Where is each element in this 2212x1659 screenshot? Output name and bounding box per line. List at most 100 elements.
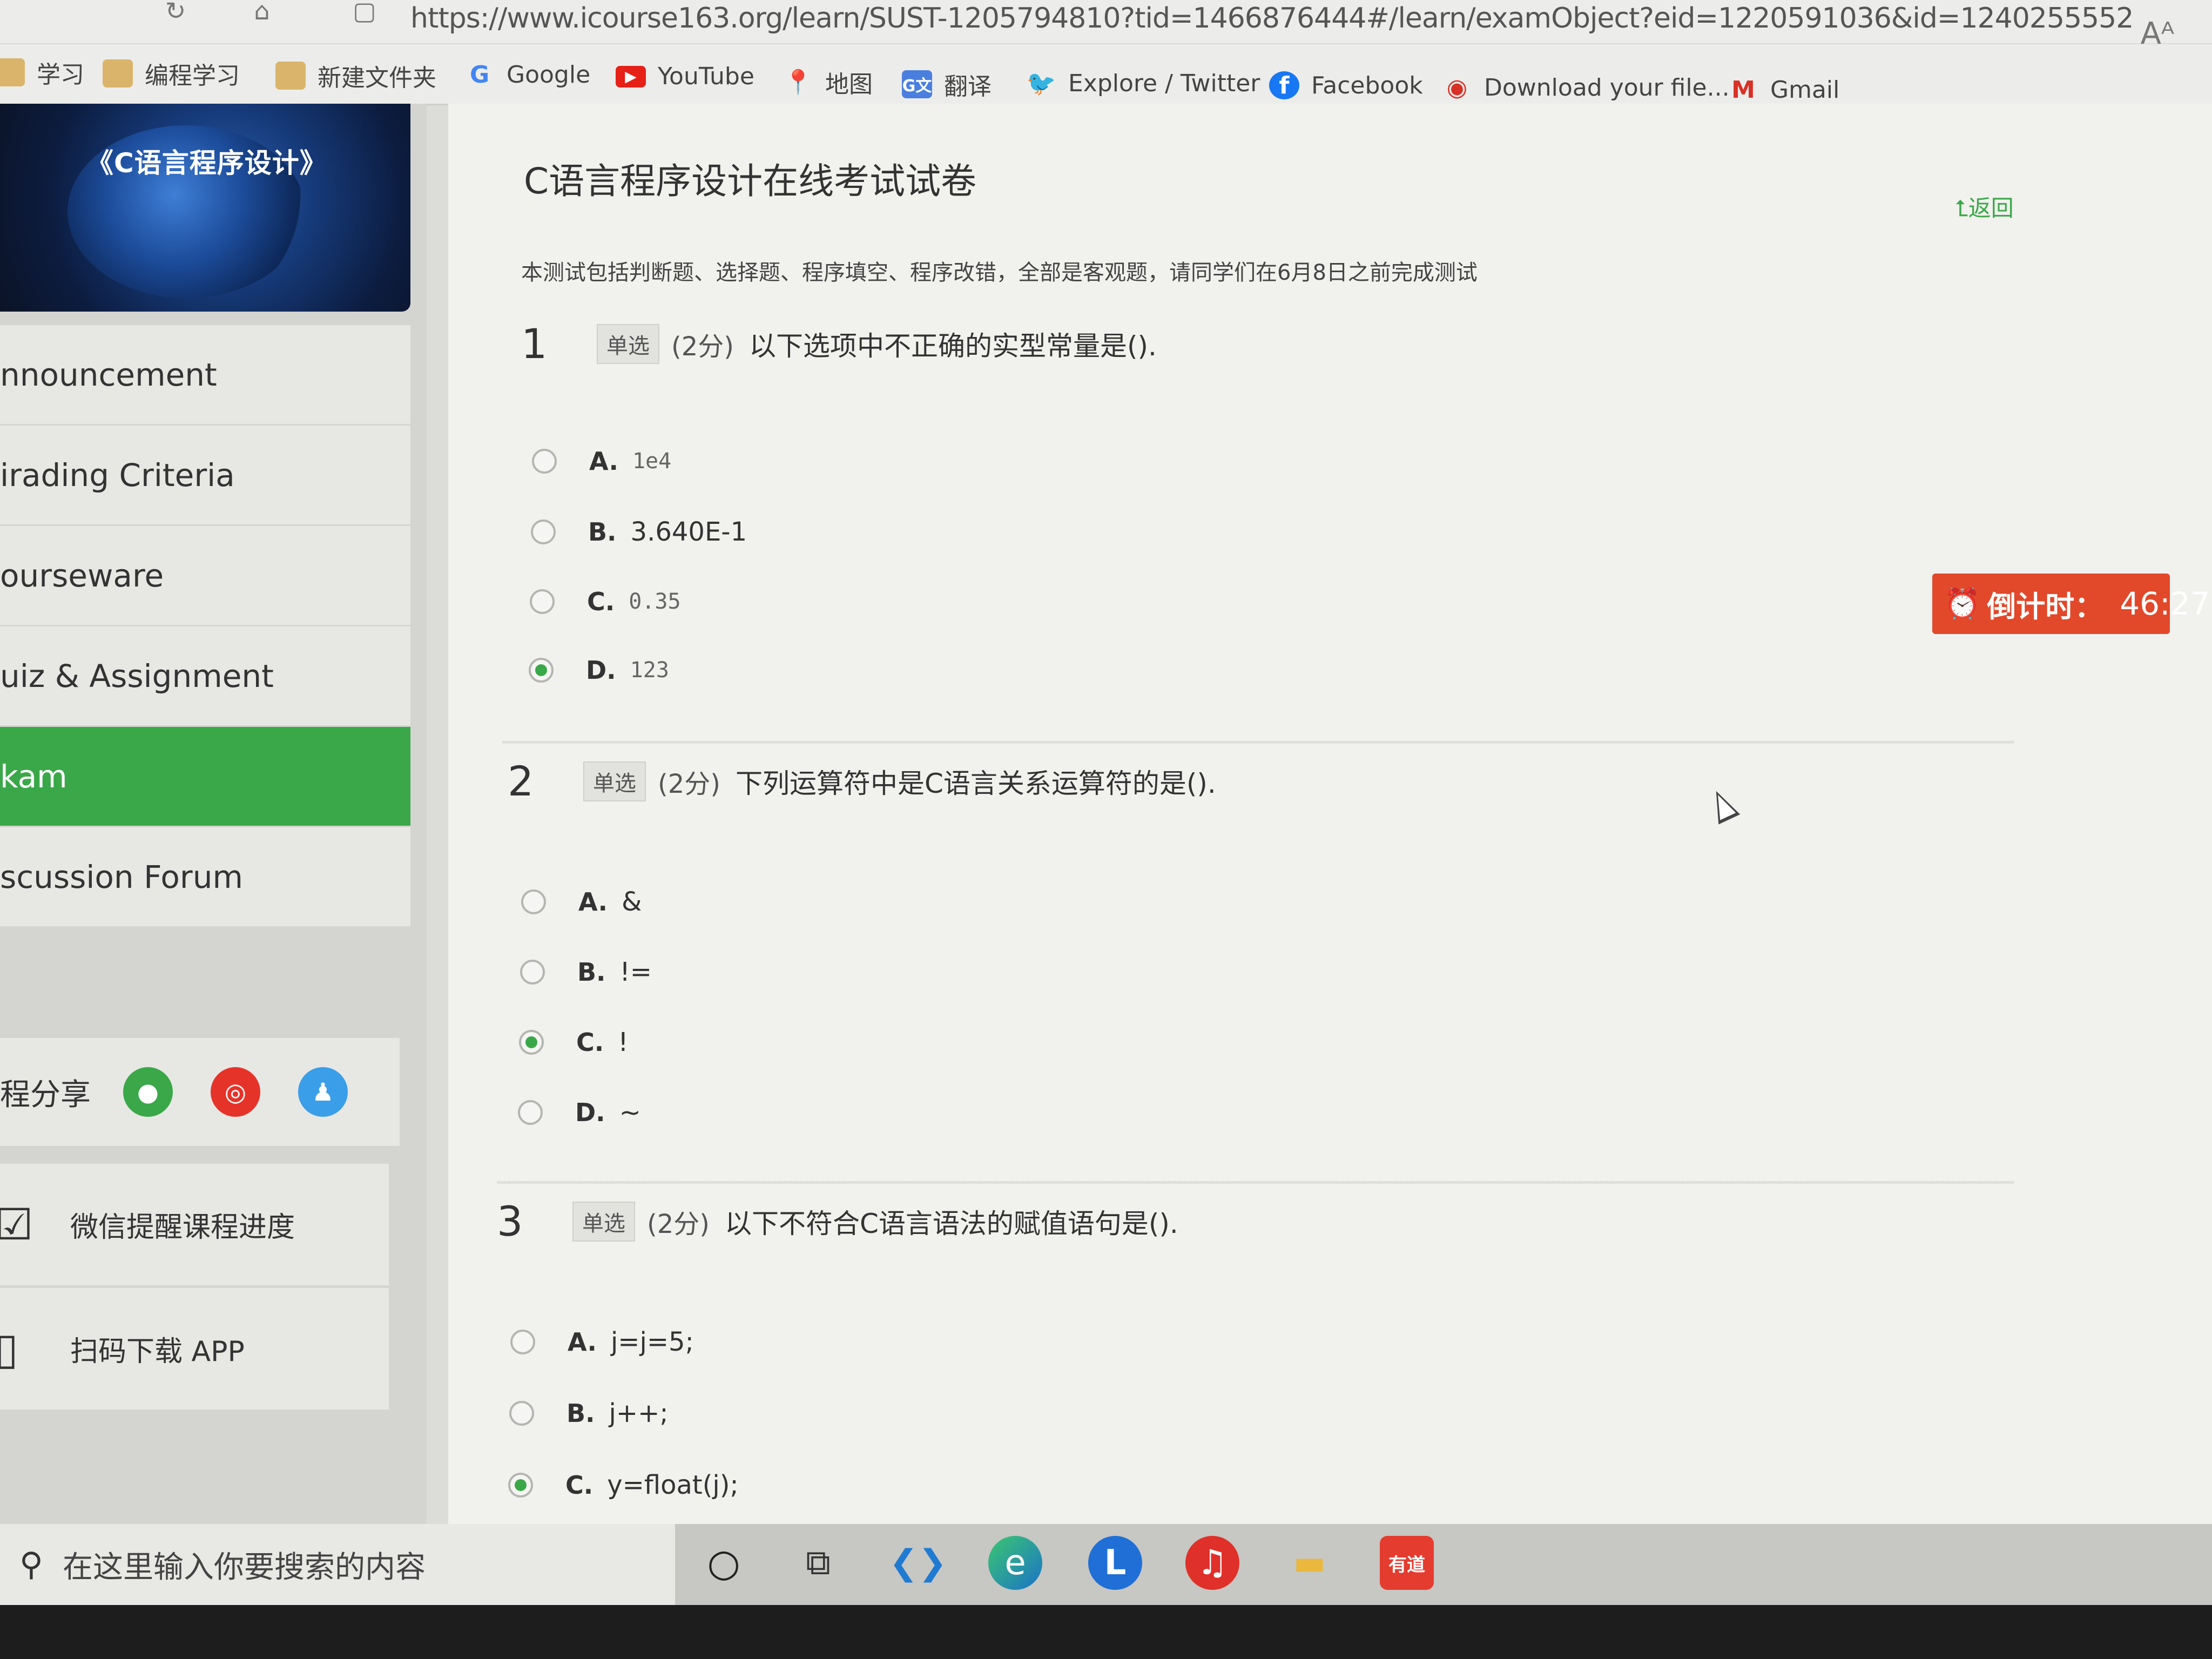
bookmark-facebook[interactable]: f Facebook — [1269, 71, 1423, 99]
radio-button[interactable] — [531, 520, 556, 544]
bookmark-programming[interactable]: 编程学习 — [103, 56, 240, 91]
radio-button[interactable] — [521, 889, 546, 914]
question-header: 3 单选 (2分) 以下不符合C语言语法的赋值语句是(). — [497, 1197, 1178, 1245]
url-field[interactable]: https://www.icourse163.org/learn/SUST-12… — [410, 2, 2134, 35]
option-a[interactable]: A. 1e4 — [532, 447, 671, 476]
bookmarks-bar: 学习 编程学习 新建文件夹 G Google ▶ YouTube 📍 地图 G文… — [0, 44, 2212, 105]
question-type-badge: 单选 — [572, 1201, 635, 1242]
option-d[interactable]: D. 123 — [529, 656, 669, 685]
sidebar-item-quiz-assignment[interactable]: uiz & Assignment — [0, 626, 410, 727]
twitter-icon: 🐦 — [1026, 70, 1056, 97]
question-score: (2分) — [671, 331, 734, 362]
sidebar-item-grading-criteria[interactable]: irading Criteria — [0, 426, 410, 526]
option-a[interactable]: A. & — [521, 887, 642, 917]
radio-button-selected[interactable] — [529, 658, 554, 683]
share-label: 程分享 — [0, 1077, 91, 1112]
facebook-icon: f — [1269, 71, 1299, 99]
share-course: 程分享 ● ◎ ♟ — [0, 1038, 400, 1146]
bookmark-gmail[interactable]: M Gmail — [1728, 76, 1839, 104]
divider — [502, 741, 2014, 744]
lenovo-icon[interactable]: L — [1088, 1536, 1142, 1590]
home-icon[interactable]: ⌂ — [243, 0, 281, 23]
radio-button[interactable] — [518, 1100, 543, 1125]
bookmark-study[interactable]: 学习 — [0, 55, 84, 90]
bookmark-maps[interactable]: 📍 地图 — [783, 65, 873, 99]
address-bar: ↻ ⌂ ▢ https://www.icourse163.org/learn/S… — [0, 0, 2212, 51]
radio-button[interactable] — [510, 1330, 535, 1354]
file-explorer-icon[interactable]: ▬ — [1283, 1536, 1337, 1590]
radio-button[interactable] — [520, 960, 545, 984]
google-icon: G — [469, 60, 490, 89]
folder-icon — [275, 62, 306, 90]
radio-button[interactable] — [530, 589, 555, 614]
timer-label: 倒计时： — [1987, 589, 2104, 624]
course-banner: 《C语言程序设计》 — [0, 104, 410, 312]
sidebar-item-announcement[interactable]: nnouncement — [0, 325, 410, 426]
refresh-icon[interactable]: ↻ — [157, 0, 194, 23]
question-number: 1 — [521, 320, 548, 368]
bookmark-download[interactable]: ◉ Download your file... — [1442, 73, 1730, 102]
download-app-link[interactable]: ▯ 扫码下载 APP — [0, 1286, 389, 1410]
sidebar-item-courseware[interactable]: ourseware — [0, 526, 410, 626]
sidebar-item-exam[interactable]: kam — [0, 727, 410, 827]
radio-button-selected[interactable] — [508, 1473, 533, 1498]
question-text: 以下选项中不正确的实型常量是(). — [749, 330, 1157, 362]
question-header: 2 单选 (2分) 下列运算符中是C语言关系运算符的是(). — [508, 757, 1216, 805]
radio-button-selected[interactable] — [519, 1030, 544, 1055]
course-menu: nnouncement irading Criteria ourseware u… — [0, 325, 410, 928]
wechat-remind-link[interactable]: ☑ 微信提醒课程进度 — [0, 1162, 389, 1285]
bookmark-youtube[interactable]: ▶ YouTube — [616, 63, 754, 90]
question-number: 2 — [508, 757, 534, 805]
page-title: C语言程序设计在线考试试卷 — [524, 160, 977, 202]
bookmark-google[interactable]: G Google — [464, 60, 590, 89]
question-type-badge: 单选 — [583, 761, 646, 801]
sidebar-item-discussion-forum[interactable]: scussion Forum — [0, 827, 410, 928]
bookmark-new-folder[interactable]: 新建文件夹 — [275, 58, 436, 93]
divider — [497, 1181, 2014, 1184]
option-a[interactable]: A. j=j=5; — [510, 1327, 694, 1357]
question-type-badge: 单选 — [597, 323, 659, 364]
translate-icon: G文 — [902, 70, 932, 98]
question-header: 1 单选 (2分) 以下选项中不正确的实型常量是(). — [521, 320, 1157, 368]
vscode-icon[interactable]: ❮❯ — [889, 1536, 947, 1590]
screen-bezel — [0, 1605, 2212, 1659]
youdao-icon[interactable]: 有道 — [1380, 1536, 1434, 1590]
bookmark-twitter[interactable]: 🐦 Explore / Twitter — [1026, 69, 1260, 98]
radio-button[interactable] — [509, 1401, 534, 1426]
option-d[interactable]: D. ~ — [518, 1097, 641, 1128]
course-sidebar: 《C语言程序设计》 nnouncement irading Criteria o… — [0, 104, 427, 1524]
netease-music-icon[interactable]: ♫ — [1185, 1536, 1239, 1590]
search-placeholder: 在这里输入你要搜索的内容 — [62, 1549, 426, 1585]
radio-button[interactable] — [532, 449, 557, 474]
back-link[interactable]: ⮤返回 — [1955, 190, 2014, 223]
question-number: 3 — [497, 1197, 523, 1245]
weibo-icon[interactable]: ◎ — [211, 1067, 260, 1117]
youtube-icon: ▶ — [616, 65, 646, 87]
download-site-icon: ◉ — [1446, 73, 1468, 102]
bookmark-translate[interactable]: G文 翻译 — [902, 67, 992, 102]
folder-icon — [103, 59, 133, 87]
option-c[interactable]: C. y=float(j); — [508, 1470, 739, 1500]
folder-icon — [0, 58, 25, 86]
option-b[interactable]: B. j++; — [509, 1398, 669, 1428]
alarm-clock-icon: ⏰ — [1944, 586, 1981, 621]
phone-icon: ▯ — [0, 1324, 19, 1374]
taskbar-search[interactable]: ⚲ 在这里输入你要搜索的内容 — [0, 1524, 675, 1605]
windows-taskbar: ⚲ 在这里输入你要搜索的内容 ○ ⧉ ❮❯ e L ♫ ▬ 有道 — [0, 1524, 2212, 1605]
qq-icon[interactable]: ♟ — [298, 1067, 348, 1117]
search-icon: ⚲ — [19, 1546, 43, 1583]
option-b[interactable]: B. != — [520, 957, 652, 987]
option-c[interactable]: C. ! — [519, 1027, 628, 1057]
gmail-icon: M — [1731, 76, 1755, 104]
question-text: 以下不符合C语言语法的赋值语句是(). — [725, 1208, 1178, 1239]
cortana-icon[interactable]: ○ — [697, 1536, 751, 1590]
task-view-icon[interactable]: ⧉ — [791, 1536, 845, 1590]
wechat-icon[interactable]: ● — [123, 1067, 173, 1117]
question-score: (2分) — [658, 768, 720, 799]
site-info-icon[interactable]: ▢ — [346, 0, 383, 23]
edge-icon[interactable]: e — [988, 1536, 1042, 1590]
back-arrow-icon: ⮤ — [1955, 195, 1968, 221]
option-c[interactable]: C. 0.35 — [530, 587, 681, 616]
timer-value: 46:27 — [2120, 585, 2210, 622]
option-b[interactable]: B. 3.640E-1 — [531, 517, 747, 547]
